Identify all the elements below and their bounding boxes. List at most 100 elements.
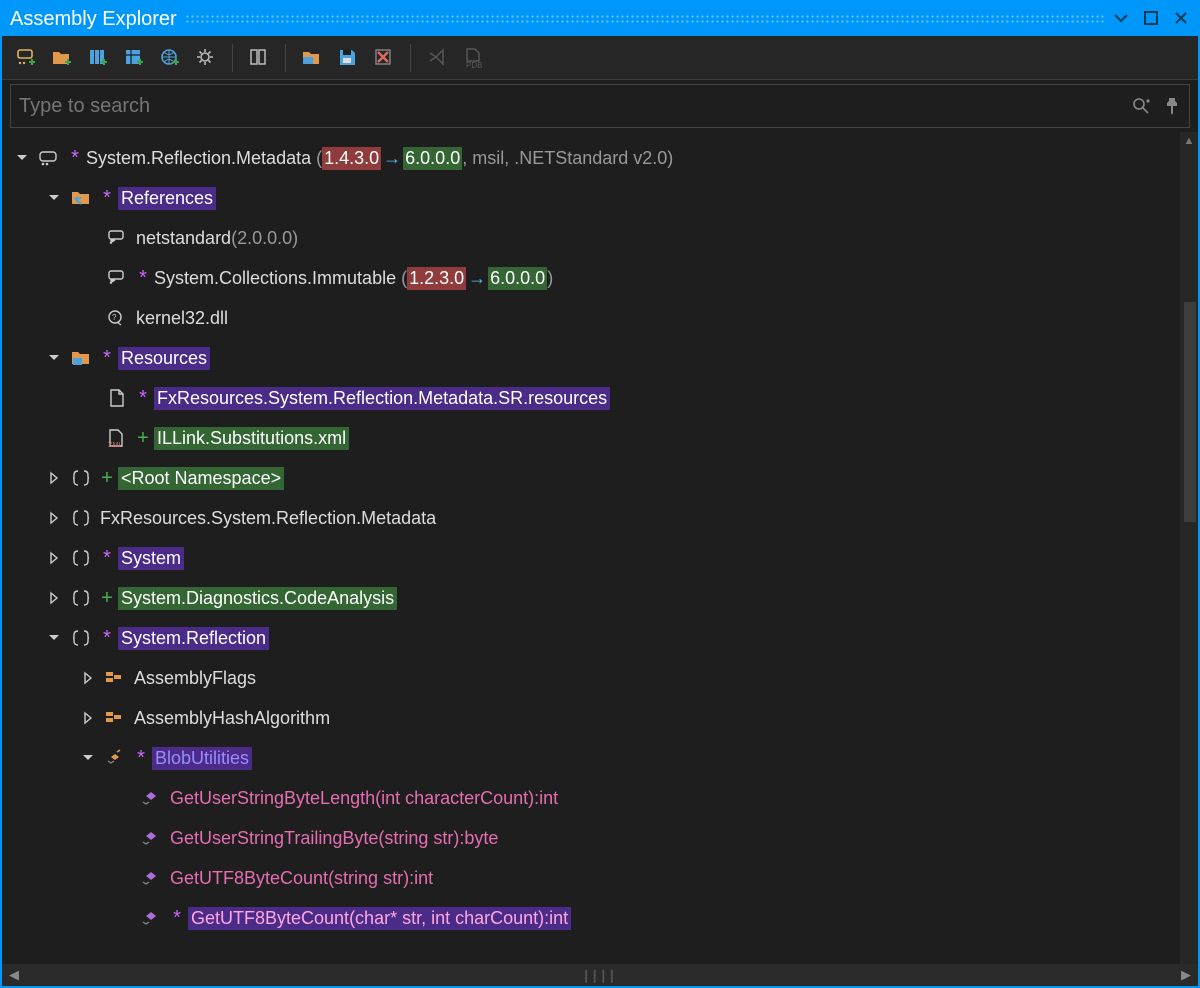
tree-item-ns-fxresources[interactable]: FxResources.System.Reflection.Metadata xyxy=(2,498,1198,538)
folder-ref-icon xyxy=(70,187,92,209)
namespace-icon xyxy=(70,547,92,569)
tree-item-resource-sr[interactable]: * FxResources.System.Reflection.Metadata… xyxy=(2,378,1198,418)
tree-item-ref-netstandard[interactable]: netstandard (2.0.0.0) xyxy=(2,218,1198,258)
expand-toggle-icon[interactable] xyxy=(46,190,62,206)
scroll-up-arrow-icon[interactable]: ▲ xyxy=(1180,132,1198,150)
tree-item-method[interactable]: GetUTF8ByteCount(string str):int xyxy=(2,858,1198,898)
expand-toggle-icon[interactable] xyxy=(80,710,96,726)
namespace-label: System xyxy=(118,547,184,570)
tree-item-ref-immutable[interactable]: * System.Collections.Immutable ( 1.2.3.0… xyxy=(2,258,1198,298)
tree-item-ns-system[interactable]: * System xyxy=(2,538,1198,578)
ref-name: kernel32.dll xyxy=(136,308,228,329)
resource-name: ILLink.Substitutions.xml xyxy=(154,427,349,450)
modified-marker-icon: * xyxy=(68,147,82,170)
pdb-button[interactable]: PDB xyxy=(459,44,487,72)
window-menu-chevron-icon[interactable] xyxy=(1114,11,1130,27)
pin-icon[interactable] xyxy=(1163,96,1181,116)
file-icon xyxy=(106,387,128,409)
expand-toggle-icon[interactable] xyxy=(46,550,62,566)
tree-item-resources[interactable]: * Resources xyxy=(2,338,1198,378)
scroll-right-arrow-icon[interactable]: ▶ xyxy=(1174,967,1198,983)
close-icon[interactable] xyxy=(1174,11,1190,27)
tree-item-ns-diag[interactable]: + System.Diagnostics.CodeAnalysis xyxy=(2,578,1198,618)
tree-item-ns-reflection[interactable]: * System.Reflection xyxy=(2,618,1198,658)
tree-item-method[interactable]: GetUserStringByteLength(int characterCou… xyxy=(2,778,1198,818)
namespace-label: FxResources.System.Reflection.Metadata xyxy=(100,508,436,529)
tree-item-type-hashalg[interactable]: AssemblyHashAlgorithm xyxy=(2,698,1198,738)
tree-item-ref-kernel32[interactable]: ? kernel32.dll xyxy=(2,298,1198,338)
toolbar-separator xyxy=(285,44,286,72)
tree-item-ns-root[interactable]: + <Root Namespace> xyxy=(2,458,1198,498)
open-folder-button[interactable] xyxy=(48,44,76,72)
type-label: AssemblyHashAlgorithm xyxy=(134,708,330,729)
add-package-button[interactable] xyxy=(120,44,148,72)
expand-toggle-icon[interactable] xyxy=(46,350,62,366)
expand-toggle-icon[interactable] xyxy=(46,630,62,646)
modified-marker-icon: * xyxy=(134,747,148,770)
svg-text:?: ? xyxy=(112,313,117,322)
tree-item-resource-illink[interactable]: XML + ILLink.Substitutions.xml xyxy=(2,418,1198,458)
expand-toggle-icon[interactable] xyxy=(46,590,62,606)
modified-marker-icon: * xyxy=(100,187,114,210)
arrow-right-icon: → xyxy=(466,268,488,289)
remove-button[interactable] xyxy=(370,44,398,72)
toolbar-separator xyxy=(410,44,411,72)
scrollbar-thumb[interactable] xyxy=(1184,302,1196,522)
expand-toggle-icon[interactable] xyxy=(46,510,62,526)
title-bar: Assembly Explorer xyxy=(2,2,1198,36)
tree-item-method[interactable]: * GetUTF8ByteCount(char* str, int charCo… xyxy=(2,898,1198,938)
horizontal-scrollbar[interactable]: ◀ ┃┃┃┃ ▶ xyxy=(2,964,1198,986)
vertical-scrollbar[interactable]: ▲ xyxy=(1180,132,1198,964)
export-folder-button[interactable] xyxy=(298,44,326,72)
add-assembly-button[interactable] xyxy=(84,44,112,72)
class-icon xyxy=(104,747,126,769)
settings-button[interactable] xyxy=(192,44,220,72)
search-input[interactable] xyxy=(19,95,1131,118)
method-signature: GetUTF8ByteCount(char* str, int charCoun… xyxy=(188,907,571,930)
expand-toggle-icon[interactable] xyxy=(80,750,96,766)
type-label: AssemblyFlags xyxy=(134,668,256,689)
tree-item-references[interactable]: * References xyxy=(2,178,1198,218)
enum-icon xyxy=(104,667,126,689)
xml-file-icon: XML xyxy=(106,427,128,449)
tree-item-assembly[interactable]: * System.Reflection.Metadata ( 1.4.3.0 →… xyxy=(2,138,1198,178)
method-icon xyxy=(140,907,162,929)
tree-item-type-assemblyflags[interactable]: AssemblyFlags xyxy=(2,658,1198,698)
folder-res-icon xyxy=(70,347,92,369)
vs-button[interactable] xyxy=(423,44,451,72)
svg-text:XML: XML xyxy=(108,442,123,449)
navigate-button[interactable] xyxy=(245,44,273,72)
namespace-icon xyxy=(70,507,92,529)
method-signature: GetUserStringByteLength(int characterCou… xyxy=(170,788,558,809)
type-label: BlobUtilities xyxy=(152,747,252,770)
expand-toggle-icon[interactable] xyxy=(46,470,62,486)
scroll-left-arrow-icon[interactable]: ◀ xyxy=(2,967,26,983)
tree-item-type-blobutilities[interactable]: * BlobUtilities xyxy=(2,738,1198,778)
expand-toggle-icon[interactable] xyxy=(14,150,30,166)
method-signature: GetUTF8ByteCount(string str):int xyxy=(170,868,433,889)
save-button[interactable] xyxy=(334,44,362,72)
search-icon[interactable] xyxy=(1131,96,1151,116)
resource-name: FxResources.System.Reflection.Metadata.S… xyxy=(154,387,610,410)
method-icon xyxy=(140,867,162,889)
assembly-name: System.Reflection.Metadata xyxy=(86,148,311,169)
namespace-icon xyxy=(70,467,92,489)
namespace-label: System.Diagnostics.CodeAnalysis xyxy=(118,587,397,610)
toolbar-separator xyxy=(232,44,233,72)
version-new: 6.0.0.0 xyxy=(403,147,462,170)
modified-marker-icon: * xyxy=(136,267,150,290)
hscroll-track[interactable]: ┃┃┃┃ xyxy=(26,968,1174,982)
window-title: Assembly Explorer xyxy=(10,8,177,31)
references-label: References xyxy=(118,187,216,210)
add-globe-button[interactable] xyxy=(156,44,184,72)
tree-item-method[interactable]: GetUserStringTrailingByte(string str):by… xyxy=(2,818,1198,858)
dll-icon: ? xyxy=(106,307,128,329)
title-drag-dots-icon[interactable] xyxy=(185,14,1104,24)
modified-marker-icon: * xyxy=(170,907,184,930)
window: Assembly Explorer PDB xyxy=(0,0,1200,988)
namespace-label: <Root Namespace> xyxy=(118,467,284,490)
added-marker-icon: + xyxy=(136,427,150,450)
maximize-icon[interactable] xyxy=(1144,11,1160,27)
add-type-button[interactable] xyxy=(12,44,40,72)
expand-toggle-icon[interactable] xyxy=(80,670,96,686)
